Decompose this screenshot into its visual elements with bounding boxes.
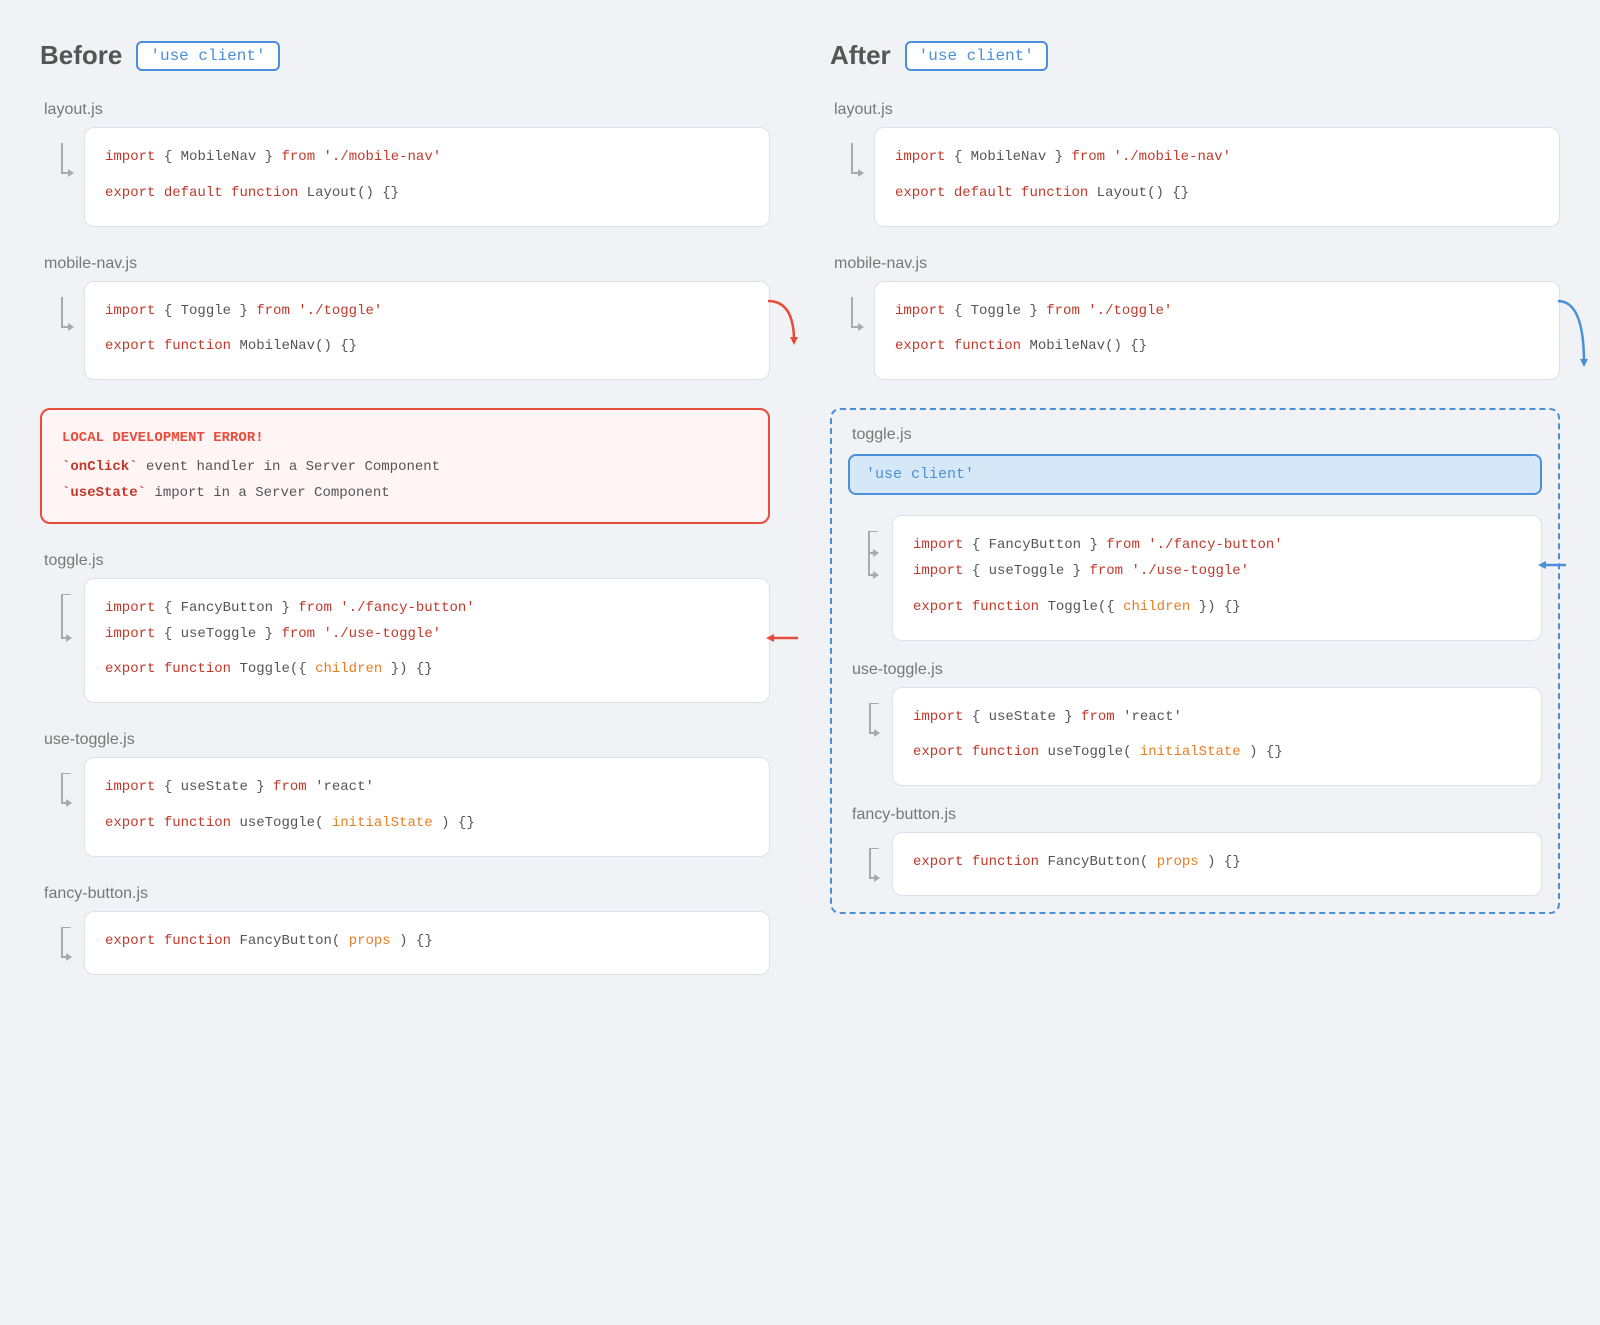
- before-usetoggle-section: use-toggle.js import { useState } from '…: [40, 731, 770, 857]
- after-usetoggle-connector: [858, 703, 882, 743]
- before-layout-code: import { MobileNav } from './mobile-nav'…: [84, 127, 770, 227]
- after-layout-section: layout.js import { MobileNav } from './m…: [830, 101, 1560, 227]
- mobilenav-import-line: import { Toggle } from './toggle': [105, 300, 749, 324]
- toggle-connector-left: [50, 594, 74, 649]
- after-usetoggle-label: use-toggle.js: [852, 661, 1542, 679]
- before-toggle-label: toggle.js: [44, 552, 770, 570]
- after-usetoggle-export-line: export function useToggle( initialState …: [913, 741, 1521, 765]
- after-fancybutton-connector: [858, 848, 882, 888]
- before-mobilenav-section: mobile-nav.js import { Toggle } from './…: [40, 255, 770, 381]
- after-fancybutton-code: export function FancyButton( props ) {}: [892, 832, 1542, 896]
- after-layout-export-line: export default function Layout() {}: [895, 182, 1539, 206]
- before-layout-label: layout.js: [44, 101, 770, 119]
- toggle-export-line: export function Toggle({ children }) {}: [105, 658, 749, 682]
- after-usetoggle-code: import { useState } from 'react' export …: [892, 687, 1542, 787]
- after-boundary-arrow: [1554, 291, 1594, 376]
- before-usetoggle-label: use-toggle.js: [44, 731, 770, 749]
- mobilenav-export-line: export function MobileNav() {}: [105, 335, 749, 359]
- before-badge: 'use client': [136, 41, 279, 71]
- after-badge: 'use client': [905, 41, 1048, 71]
- after-toggle-label: toggle.js: [852, 426, 1542, 444]
- before-fancybutton-section: fancy-button.js export function FancyBut…: [40, 885, 770, 975]
- after-mobilenav-connector: [840, 297, 864, 337]
- error-line1: `onClick` event handler in a Server Comp…: [62, 455, 748, 480]
- before-fancybutton-label: fancy-button.js: [44, 885, 770, 903]
- after-toggle-export-line: export function Toggle({ children }) {}: [913, 596, 1521, 620]
- mobilenav-connector-arrow: [50, 297, 74, 337]
- after-toggle-import2-line: import { useToggle } from './use-toggle': [913, 560, 1521, 584]
- before-toggle-code: import { FancyButton } from './fancy-but…: [84, 578, 770, 703]
- fancybutton-export-line-before: export function FancyButton( props ) {}: [105, 930, 749, 954]
- error-title: LOCAL DEVELOPMENT ERROR!: [62, 426, 748, 451]
- usetoggle-connector-left: [50, 773, 74, 813]
- fancybutton-connector-left-before: [50, 927, 74, 967]
- main-container: Before 'use client' layout.js import { M…: [40, 40, 1560, 1003]
- after-layout-code: import { MobileNav } from './mobile-nav'…: [874, 127, 1560, 227]
- after-mobilenav-export-line: export function MobileNav() {}: [895, 335, 1539, 359]
- usetoggle-export-line: export function useToggle( initialState …: [105, 812, 749, 836]
- after-column: After 'use client' layout.js import { Mo…: [830, 40, 1560, 1003]
- before-usetoggle-code: import { useState } from 'react' export …: [84, 757, 770, 857]
- before-error-box: LOCAL DEVELOPMENT ERROR! `onClick` event…: [40, 408, 770, 524]
- error-line2: `useState` import in a Server Component: [62, 481, 748, 506]
- before-mobilenav-label: mobile-nav.js: [44, 255, 770, 273]
- after-title: After: [830, 40, 891, 71]
- after-toggle-import1-line: import { FancyButton } from './fancy-but…: [913, 534, 1521, 558]
- before-fancybutton-code: export function FancyButton( props ) {}: [84, 911, 770, 975]
- before-toggle-arrow-in: [764, 628, 804, 653]
- after-toggle-code: import { FancyButton } from './fancy-but…: [892, 515, 1542, 640]
- before-header: Before 'use client': [40, 40, 770, 71]
- use-client-directive-bar: 'use client': [848, 454, 1542, 495]
- after-toggle-arrow-in: [1536, 555, 1572, 580]
- before-mobilenav-code: import { Toggle } from './toggle' export…: [84, 281, 770, 381]
- after-layout-connector: [840, 143, 864, 183]
- after-toggle-section: import { FancyButton } from './fancy-but…: [848, 515, 1542, 640]
- after-usetoggle-section: use-toggle.js import { useState } from: [848, 661, 1542, 787]
- before-column: Before 'use client' layout.js import { M…: [40, 40, 770, 1003]
- before-error-arrow: [764, 291, 804, 356]
- after-mobilenav-import-line: import { Toggle } from './toggle': [895, 300, 1539, 324]
- after-layout-import-line: import { MobileNav } from './mobile-nav': [895, 146, 1539, 170]
- after-fancybutton-section: fancy-button.js export function: [848, 806, 1542, 896]
- layout-import-line: import { MobileNav } from './mobile-nav': [105, 146, 749, 170]
- after-layout-label: layout.js: [834, 101, 1560, 119]
- toggle-import1-line: import { FancyButton } from './fancy-but…: [105, 597, 749, 621]
- after-mobilenav-code: import { Toggle } from './toggle' export…: [874, 281, 1560, 381]
- toggle-import2-line: import { useToggle } from './use-toggle': [105, 623, 749, 647]
- before-toggle-section: toggle.js import { FancyButton } from '.…: [40, 552, 770, 703]
- after-header: After 'use client': [830, 40, 1560, 71]
- after-usetoggle-import-line: import { useState } from 'react': [913, 706, 1521, 730]
- after-mobilenav-section: mobile-nav.js import { Toggle } from './…: [830, 255, 1560, 381]
- before-title: Before: [40, 40, 122, 71]
- after-mobilenav-label: mobile-nav.js: [834, 255, 1560, 273]
- layout-export-line: export default function Layout() {}: [105, 182, 749, 206]
- after-fancybutton-export-line: export function FancyButton( props ) {}: [913, 851, 1521, 875]
- after-fancybutton-label: fancy-button.js: [852, 806, 1542, 824]
- before-layout-section: layout.js import { MobileNav } from: [40, 101, 770, 227]
- usetoggle-import-line: import { useState } from 'react': [105, 776, 749, 800]
- client-boundary-box: toggle.js 'use client' import: [830, 408, 1560, 914]
- after-toggle-connector: [855, 531, 885, 586]
- layout-connector-arrow: [50, 143, 74, 183]
